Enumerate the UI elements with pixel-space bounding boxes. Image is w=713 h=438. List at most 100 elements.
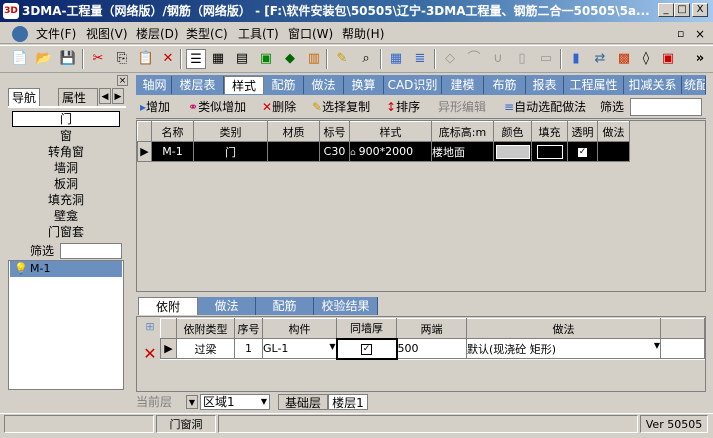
- nav-item-corner-window[interactable]: 转角窗: [10, 144, 122, 160]
- tab-layout-rebar[interactable]: 布筋: [484, 76, 526, 94]
- auto-method-button[interactable]: ≡自动选配做法: [504, 98, 586, 116]
- cell-transparent[interactable]: ✓: [567, 141, 598, 162]
- cell-method[interactable]: [597, 141, 630, 162]
- brick-icon[interactable]: ▩: [614, 49, 634, 69]
- cell-grade[interactable]: C30: [319, 141, 350, 162]
- tab-right-arrow-icon[interactable]: ▶: [112, 88, 124, 104]
- open-icon[interactable]: 📂: [34, 49, 54, 69]
- delete-icon[interactable]: ✕: [158, 49, 178, 69]
- add-row-icon[interactable]: ⊞: [140, 320, 160, 336]
- close-button[interactable]: X: [692, 3, 708, 17]
- tab-rebar[interactable]: 配筋: [264, 76, 304, 94]
- menu-window[interactable]: 窗口(W): [286, 25, 335, 43]
- sort-button[interactable]: ↕排序: [386, 98, 420, 116]
- tab-project-props[interactable]: 工程属性: [564, 76, 624, 94]
- filter-input[interactable]: [60, 243, 122, 259]
- cell-bottom-method[interactable]: 默认(现浇砼 矩形) ▼: [466, 338, 661, 359]
- table-row[interactable]: ▶ M-1 门 C30 ⌂ 900*2000 楼地面 ✓: [137, 141, 630, 162]
- region-dropdown-icon[interactable]: ▼: [261, 395, 269, 409]
- properties-icon[interactable]: ▤: [232, 49, 252, 69]
- cell-ends[interactable]: 500: [396, 338, 467, 359]
- delete-row-icon[interactable]: ✕: [140, 344, 160, 363]
- tab-attach[interactable]: 依附: [138, 297, 198, 315]
- nav-item-door-frame[interactable]: 门窗套: [10, 224, 122, 240]
- nav-item-slab-hole[interactable]: 板洞: [10, 176, 122, 192]
- cell-name[interactable]: M-1: [151, 141, 194, 162]
- list-view-icon[interactable]: ☰: [186, 49, 206, 69]
- copy-icon[interactable]: ⎘: [112, 49, 132, 69]
- select-copy-button[interactable]: ✎选择复制: [312, 98, 370, 116]
- nav-item-niche[interactable]: 壁龛: [10, 208, 122, 224]
- tab-method[interactable]: 做法: [304, 76, 344, 94]
- tab-verify[interactable]: 校验结果: [314, 297, 378, 315]
- tab-bottom-method[interactable]: 做法: [198, 297, 256, 315]
- tab-modeling[interactable]: 建模: [442, 76, 484, 94]
- tab-report[interactable]: 报表: [526, 76, 564, 94]
- tab-floor-1[interactable]: 楼层1: [328, 394, 368, 410]
- arch-icon[interactable]: ⌒: [464, 49, 484, 69]
- dropdown-arrow-icon[interactable]: ▼: [654, 341, 660, 350]
- eraser-icon[interactable]: ◊: [636, 49, 656, 69]
- abnormal-edit-button[interactable]: 异形编辑: [438, 98, 486, 116]
- find-icon[interactable]: ⌕: [356, 49, 376, 69]
- cell-color[interactable]: [493, 141, 532, 162]
- menu-view[interactable]: 视图(V): [84, 25, 130, 43]
- menu-file[interactable]: 文件(F): [34, 25, 78, 43]
- table-row[interactable]: ▶ 过梁 1 GL-1 ▼ ✓ 500 默认(现浇砼 矩形) ▼: [160, 337, 705, 360]
- cell-style[interactable]: ⌂ 900*2000: [349, 141, 432, 162]
- pane-close-icon[interactable]: ×: [117, 75, 128, 86]
- app-menu-icon[interactable]: [12, 26, 28, 42]
- tab-properties[interactable]: 属性窗: [58, 88, 98, 106]
- cell-attach-type[interactable]: 过梁: [176, 338, 235, 359]
- save-icon[interactable]: 💾: [58, 49, 78, 69]
- tab-style[interactable]: 样式: [224, 76, 264, 94]
- calc-icon[interactable]: ▣: [658, 49, 678, 69]
- menu-floor[interactable]: 楼层(D): [134, 25, 181, 43]
- menu-type[interactable]: 类型(C): [184, 25, 230, 43]
- sort-icon[interactable]: ⇄: [590, 49, 610, 69]
- cell-fill[interactable]: [531, 141, 568, 162]
- transparent-checkbox[interactable]: ✓: [577, 146, 588, 158]
- cell-component[interactable]: GL-1 ▼: [262, 338, 337, 359]
- maximize-button[interactable]: □: [674, 3, 690, 17]
- menu-tools[interactable]: 工具(T): [236, 25, 281, 43]
- mdi-restore-icon[interactable]: ▫: [675, 25, 686, 43]
- table-icon[interactable]: ▦: [208, 49, 228, 69]
- image-icon[interactable]: ▣: [256, 49, 276, 69]
- similar-add-button[interactable]: ⚭类似增加: [188, 98, 246, 116]
- pillar-icon[interactable]: ▮: [566, 49, 586, 69]
- stack-icon[interactable]: ≣: [410, 49, 430, 69]
- dropdown-arrow-icon[interactable]: ▼: [329, 342, 335, 351]
- add-button[interactable]: ▸增加: [140, 98, 170, 116]
- nav-item-fill-hole[interactable]: 填充洞: [10, 192, 122, 208]
- tab-navigation[interactable]: 导航: [8, 88, 41, 106]
- same-thickness-checkbox[interactable]: ✓: [361, 343, 372, 355]
- cell-material[interactable]: [267, 141, 320, 162]
- model-icon[interactable]: ◆: [280, 49, 300, 69]
- cell-elevation[interactable]: 楼地面: [431, 141, 494, 162]
- menu-help[interactable]: 帮助(H): [340, 25, 386, 43]
- tab-convert[interactable]: 换算: [344, 76, 384, 94]
- delete-button[interactable]: ✕删除: [262, 98, 296, 116]
- shape-icon[interactable]: ◇: [440, 49, 460, 69]
- nav-item-wall-hole[interactable]: 墙洞: [10, 160, 122, 176]
- cut-icon[interactable]: ✂: [88, 49, 108, 69]
- tab-left-arrow-icon[interactable]: ◀: [99, 88, 111, 104]
- tab-axis[interactable]: 轴网: [138, 76, 172, 94]
- toolbar-overflow-icon[interactable]: »: [690, 49, 710, 69]
- nav-item-selected[interactable]: 门: [12, 111, 120, 127]
- tab-general[interactable]: 统配: [682, 76, 706, 94]
- column-icon[interactable]: ▯: [512, 49, 532, 69]
- tab-floor-table[interactable]: 楼层表: [172, 76, 224, 94]
- grid-icon[interactable]: ▦: [386, 49, 406, 69]
- new-icon[interactable]: 📄: [10, 49, 30, 69]
- wand-icon[interactable]: ✎: [332, 49, 352, 69]
- tab-cad[interactable]: CAD识别: [384, 76, 442, 94]
- cup-icon[interactable]: ∪: [488, 49, 508, 69]
- beam-icon[interactable]: ▭: [536, 49, 556, 69]
- tab-foundation-floor[interactable]: 基础层: [278, 394, 328, 410]
- minimize-button[interactable]: _: [658, 3, 674, 17]
- layer-icon[interactable]: ▥: [304, 49, 324, 69]
- nav-item-window[interactable]: 窗: [10, 128, 122, 144]
- cell-index[interactable]: 1: [234, 338, 263, 359]
